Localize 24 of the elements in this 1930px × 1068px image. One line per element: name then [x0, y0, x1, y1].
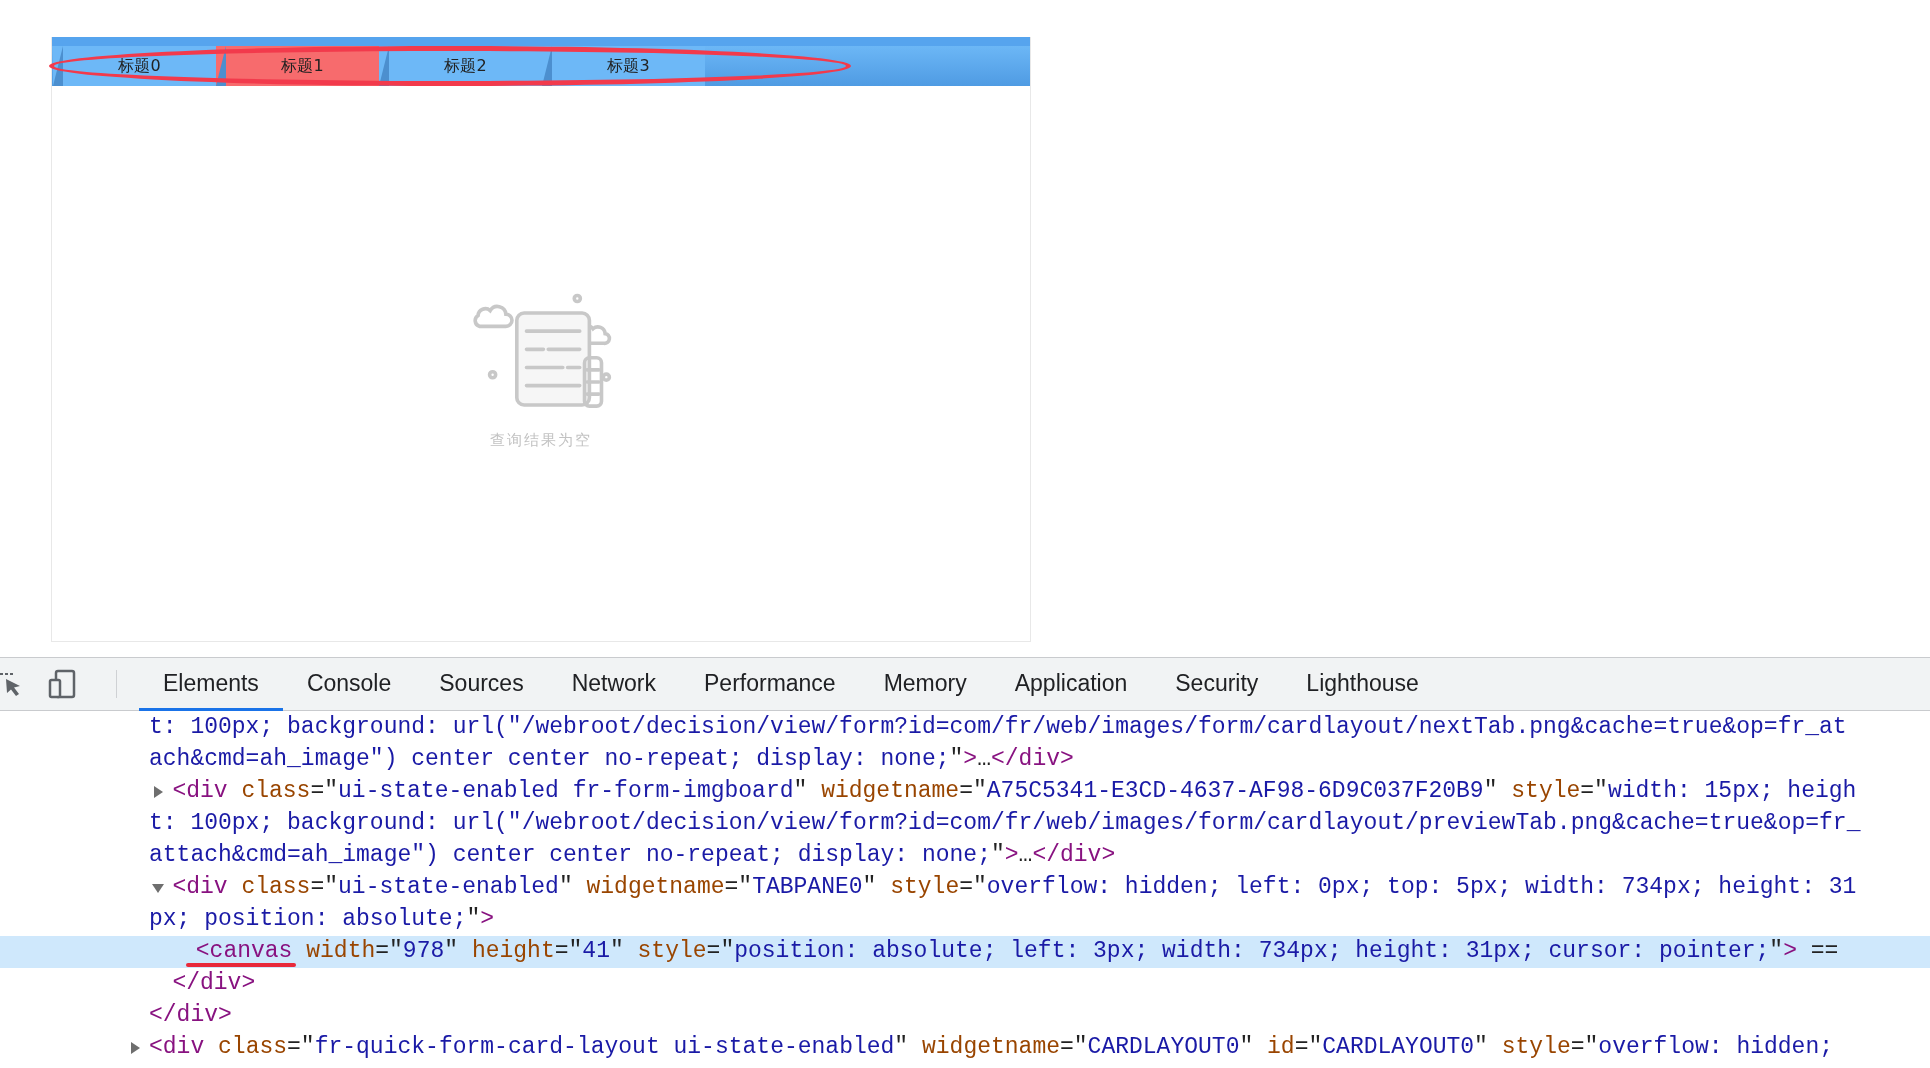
- code-line[interactable]: attach&cmd=ah_image") center center no-repeat; display: none;">…</div>: [0, 840, 1930, 872]
- code-line[interactable]: </div>: [0, 968, 1930, 1000]
- devtools-tab[interactable]: Performance: [680, 658, 860, 711]
- devtools-tab[interactable]: Application: [990, 658, 1152, 711]
- code-line[interactable]: <div class="ui-state-enabled fr-form-imgboard" widgetname="A75C5341-E3CD-4637-AF98-6D9C037F20B9" style="width: 15px; heigh: [0, 776, 1930, 808]
- devtools-tab[interactable]: Memory: [859, 658, 991, 711]
- code-line[interactable]: t: 100px; background: url("/webroot/decision/view/form?id=com/fr/web/images/form/cardlayout/nextTab.png&cache=true&op=fr_at: [0, 712, 1930, 744]
- code-line[interactable]: </div>: [0, 1000, 1930, 1032]
- devtools-tab[interactable]: Console: [282, 658, 416, 711]
- collapse-triangle-icon[interactable]: [152, 882, 165, 894]
- expand-triangle-icon[interactable]: [129, 1042, 141, 1054]
- code-line[interactable]: <div class="ui-state-enabled" widgetname="TABPANE0" style="overflow: hidden; left: 0px; top: 5px; width: 734px; height: 31: [0, 872, 1930, 904]
- devtools-tab[interactable]: Security: [1151, 658, 1283, 711]
- devtools-tab[interactable]: Sources: [415, 658, 548, 711]
- devtools-tab[interactable]: Elements: [139, 658, 283, 711]
- device-toolbar-icon[interactable]: [48, 669, 78, 699]
- code-line[interactable]: px; position: absolute;">: [0, 904, 1930, 936]
- code-line[interactable]: t: 100px; background: url("/webroot/decision/view/form?id=com/fr/web/images/form/cardlayout/previewTab.png&cache=true&op=fr_: [0, 808, 1930, 840]
- expand-triangle-icon[interactable]: [152, 786, 165, 798]
- code-line[interactable]: <div class="fr-quick-form-card-layout ui-state-enabled" widgetname="CARDLAYOUT0" id="CARDLAYOUT0" style="overflow: hidden;: [0, 1032, 1930, 1064]
- empty-state-message: 查询结果为空: [490, 431, 592, 450]
- devtools-tab[interactable]: Lighthouse: [1282, 658, 1443, 711]
- code-line[interactable]: ach&cmd=ah_image") center center no-repeat; display: none;">…</div>: [0, 744, 1930, 776]
- devtools-tab[interactable]: Network: [547, 658, 680, 711]
